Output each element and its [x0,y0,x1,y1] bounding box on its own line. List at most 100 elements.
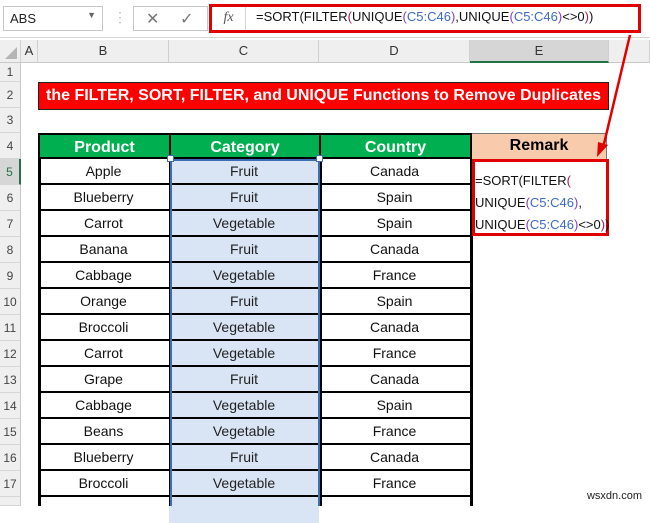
cell-category[interactable]: Fruit [169,159,319,185]
row-header[interactable]: 14 [0,393,21,419]
cell-product[interactable]: Cabbage [38,393,169,419]
cell-product[interactable]: Broccoli [38,471,169,497]
row-header[interactable]: 15 [0,419,21,445]
cell-product[interactable] [38,497,169,523]
cell-country[interactable]: Canada [319,445,470,471]
formula-token: UNIQUE [475,217,526,232]
selection-handle[interactable] [316,155,323,162]
cancel-icon[interactable]: ✕ [146,9,159,29]
row-header[interactable]: 12 [0,341,21,367]
cell-country[interactable]: Spain [319,185,470,211]
column-header-c[interactable]: C [169,40,319,63]
row-header[interactable]: 6 [0,185,21,211]
cell-category[interactable]: Fruit [169,367,319,393]
column-header-d[interactable]: D [319,40,470,63]
header-remark[interactable]: Remark [472,133,607,159]
cell-category[interactable]: Vegetable [169,471,319,497]
cell-country[interactable]: Spain [319,393,470,419]
row-header[interactable]: 9 [0,263,21,289]
column-header-e[interactable]: E [470,40,609,63]
formula-token: =SORT(FILTER [475,173,567,188]
row-header[interactable]: 3 [0,108,21,133]
header-country[interactable]: Country [319,133,472,159]
cell-country[interactable]: Canada [319,367,470,393]
cell-product[interactable]: Beans [38,419,169,445]
cell-product[interactable]: Carrot [38,341,169,367]
row-header[interactable]: 7 [0,211,21,237]
row-header[interactable]: 5 [0,159,21,185]
cell-category[interactable]: Vegetable [169,211,319,237]
formula-token: ) [589,9,594,24]
cell-country[interactable]: France [319,341,470,367]
cell-country[interactable] [319,497,470,523]
column-header[interactable] [609,40,650,63]
sheet-title: the FILTER, SORT, FILTER, and UNIQUE Fun… [38,82,609,110]
row-header[interactable]: 1 [0,63,21,82]
formula-buttons: ✕ ✓ [133,6,208,31]
cell-product[interactable]: Blueberry [38,445,169,471]
cell-category[interactable]: Vegetable [169,393,319,419]
remark-formula-cell[interactable]: =SORT(FILTER(UNIQUE(C5:C46), UNIQUE(C5:C4… [472,159,609,236]
cell-product[interactable]: Carrot [38,211,169,237]
insert-function-icon[interactable]: fx [212,7,246,30]
cell-category[interactable]: Fruit [169,289,319,315]
formula-token: <>0 [562,9,585,24]
column-header-b[interactable]: B [38,40,169,63]
formula-input-highlight: fx =SORT(FILTER(UNIQUE(C5:C46),UNIQUE(C5… [209,4,641,33]
formula-input[interactable]: =SORT(FILTER(UNIQUE(C5:C46),UNIQUE(C5:C4… [256,9,593,24]
row-header[interactable]: 10 [0,289,21,315]
name-box[interactable]: ABS ▼ [3,6,103,31]
drag-handle-icon[interactable]: ⋮ [113,9,127,26]
header-category[interactable]: Category [169,133,321,159]
cell-category[interactable]: Fruit [169,445,319,471]
watermark: wsxdn.com [586,490,642,502]
column-header-a[interactable]: A [21,40,38,63]
cell-category[interactable]: Vegetable [169,263,319,289]
formula-token: UNIQUE [475,195,526,210]
row-header[interactable]: 4 [0,133,21,159]
cell-country[interactable]: France [319,419,470,445]
cell-category[interactable]: Vegetable [169,419,319,445]
enter-check-icon[interactable]: ✓ [180,9,193,29]
cell-category[interactable]: Vegetable [169,341,319,367]
row-header[interactable]: 17 [0,471,21,497]
cell-product[interactable]: Grape [38,367,169,393]
row-header[interactable]: 8 [0,237,21,263]
formula-token: C5:C46 [529,195,574,210]
cell-category[interactable]: Fruit [169,185,319,211]
row-header[interactable] [0,497,21,506]
chevron-down-icon[interactable]: ▼ [87,10,96,20]
row-header[interactable]: 11 [0,315,21,341]
cell-product[interactable]: Banana [38,237,169,263]
select-all-corner[interactable] [0,40,21,63]
row-header[interactable]: 16 [0,445,21,471]
cell-country[interactable]: Canada [319,315,470,341]
cell-product[interactable]: Cabbage [38,263,169,289]
cell-product[interactable]: Apple [38,159,169,185]
formula-token: ) [605,217,610,232]
cell-product[interactable]: Orange [38,289,169,315]
cell-country[interactable]: Canada [319,237,470,263]
remark-line: UNIQUE(C5:C46), [475,192,606,214]
cell-country[interactable]: Spain [319,289,470,315]
cell-product[interactable]: Broccoli [38,315,169,341]
header-product[interactable]: Product [38,133,171,159]
cell-country[interactable]: Spain [319,211,470,237]
row-header[interactable]: 2 [0,82,21,108]
formula-token: =SORT(FILTER [256,9,348,24]
cell-country[interactable]: France [319,263,470,289]
cell-country[interactable]: Canada [319,159,470,185]
cell-country[interactable]: France [319,471,470,497]
selection-handle[interactable] [167,155,174,162]
cell-category[interactable]: Fruit [169,237,319,263]
formula-bar: ABS ▼ ⋮ ✕ ✓ fx =SORT(FILTER(UNIQUE(C5:C4… [0,0,650,38]
formula-token: C5:C46 [529,217,574,232]
formula-token: <>0 [578,217,601,232]
cell-category[interactable] [169,497,319,523]
row-header[interactable]: 13 [0,367,21,393]
cell-product[interactable]: Blueberry [38,185,169,211]
cell-category[interactable]: Vegetable [169,315,319,341]
formula-token: UNIQUE [351,9,403,24]
formula-token: C5:C46 [513,9,558,24]
remark-line: UNIQUE(C5:C46)<>0)) [475,214,610,236]
